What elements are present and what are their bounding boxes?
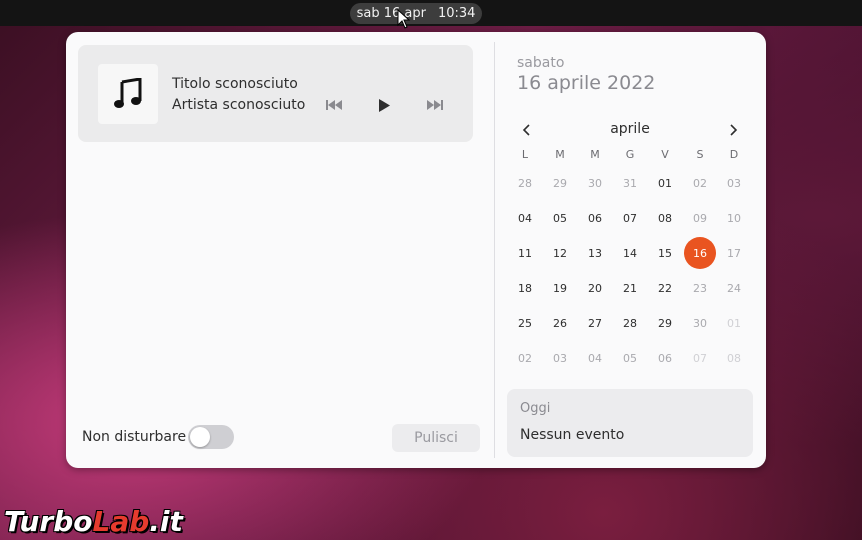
calendar-day[interactable]: 30 — [684, 307, 716, 339]
events-section[interactable]: Oggi Nessun evento — [507, 389, 753, 457]
watermark-part: Turbo — [4, 505, 93, 538]
watermark-logo: TurboLab.it — [4, 505, 183, 538]
calendar-day[interactable]: 31 — [614, 167, 646, 199]
album-art — [98, 64, 158, 124]
calendar-day[interactable]: 29 — [544, 167, 576, 199]
clear-notifications-button[interactable]: Pulisci — [392, 424, 480, 452]
calendar-day[interactable]: 01 — [718, 307, 750, 339]
previous-month-button[interactable] — [516, 120, 536, 140]
previous-track-button[interactable] — [324, 97, 344, 113]
calendar-day[interactable]: 11 — [509, 237, 541, 269]
calendar-day-today[interactable]: 16 — [684, 237, 716, 269]
calendar-day[interactable]: 28 — [509, 167, 541, 199]
watermark-part-tld: .it — [149, 505, 183, 538]
previous-track-icon — [326, 100, 342, 110]
calendar-day[interactable]: 28 — [614, 307, 646, 339]
music-note-icon — [114, 78, 142, 108]
next-track-button[interactable] — [425, 97, 445, 113]
calendar-day[interactable]: 14 — [614, 237, 646, 269]
calendar-day[interactable]: 26 — [544, 307, 576, 339]
calendar-day[interactable]: 08 — [718, 342, 750, 374]
calendar-day[interactable]: 06 — [649, 342, 681, 374]
calendar-day[interactable]: 17 — [718, 237, 750, 269]
day-header: G — [625, 148, 635, 161]
calendar-day[interactable]: 15 — [649, 237, 681, 269]
calendar-day[interactable]: 03 — [718, 167, 750, 199]
panel-divider — [494, 42, 495, 458]
calendar-day[interactable]: 24 — [718, 272, 750, 304]
calendar-day[interactable]: 30 — [579, 167, 611, 199]
watermark-part-accent: Lab — [92, 505, 150, 538]
calendar-day[interactable]: 10 — [718, 202, 750, 234]
mouse-pointer-icon — [397, 9, 411, 29]
calendar-day[interactable]: 08 — [649, 202, 681, 234]
clock-time: 10:34 — [437, 6, 476, 21]
weekday-title[interactable]: sabato — [517, 55, 564, 71]
chevron-left-icon — [522, 124, 530, 136]
top-bar: sab 16 apr 10:34 — [0, 0, 862, 26]
calendar-day[interactable]: 25 — [509, 307, 541, 339]
events-title: Oggi — [520, 401, 551, 416]
do-not-disturb-label: Non disturbare — [82, 429, 187, 445]
date-time-button[interactable]: sab 16 apr 10:34 — [350, 3, 482, 24]
clock-date: sab 16 apr — [356, 6, 426, 21]
calendar-day[interactable]: 19 — [544, 272, 576, 304]
calendar-day[interactable]: 04 — [509, 202, 541, 234]
calendar-day[interactable]: 20 — [579, 272, 611, 304]
calendar-day[interactable]: 05 — [614, 342, 646, 374]
do-not-disturb-toggle[interactable] — [188, 425, 234, 449]
full-date-title[interactable]: 16 aprile 2022 — [517, 72, 655, 94]
calendar-day[interactable]: 18 — [509, 272, 541, 304]
day-header: S — [696, 148, 704, 161]
day-header: M — [590, 148, 600, 161]
media-player-card[interactable]: Titolo sconosciuto Artista sconosciuto — [78, 45, 473, 142]
calendar-day[interactable]: 23 — [684, 272, 716, 304]
calendar-day[interactable]: 07 — [614, 202, 646, 234]
month-label: aprile — [610, 121, 650, 137]
chevron-right-icon — [730, 124, 738, 136]
next-month-button[interactable] — [724, 120, 744, 140]
no-events-label: Nessun evento — [520, 427, 625, 443]
day-header: L — [521, 148, 529, 161]
play-icon — [379, 98, 390, 112]
day-header: D — [729, 148, 739, 161]
calendar-day[interactable]: 29 — [649, 307, 681, 339]
track-artist: Artista sconosciuto — [172, 97, 306, 113]
calendar-day[interactable]: 13 — [579, 237, 611, 269]
date-menu-popup: Titolo sconosciuto Artista sconosciuto N… — [66, 32, 766, 468]
calendar-day[interactable]: 02 — [684, 167, 716, 199]
play-button[interactable] — [374, 97, 394, 113]
calendar-day[interactable]: 07 — [684, 342, 716, 374]
calendar-day[interactable]: 01 — [649, 167, 681, 199]
day-header: M — [555, 148, 565, 161]
calendar-day[interactable]: 04 — [579, 342, 611, 374]
calendar-day[interactable]: 02 — [509, 342, 541, 374]
calendar-day[interactable]: 03 — [544, 342, 576, 374]
next-track-icon — [427, 100, 443, 110]
calendar-day[interactable]: 27 — [579, 307, 611, 339]
calendar-day[interactable]: 12 — [544, 237, 576, 269]
track-title: Titolo sconosciuto — [172, 76, 298, 92]
calendar-day[interactable]: 06 — [579, 202, 611, 234]
day-header: V — [661, 148, 669, 161]
calendar-day[interactable]: 05 — [544, 202, 576, 234]
toggle-knob — [190, 427, 210, 447]
calendar-day[interactable]: 22 — [649, 272, 681, 304]
calendar-day[interactable]: 09 — [684, 202, 716, 234]
calendar-day[interactable]: 21 — [614, 272, 646, 304]
